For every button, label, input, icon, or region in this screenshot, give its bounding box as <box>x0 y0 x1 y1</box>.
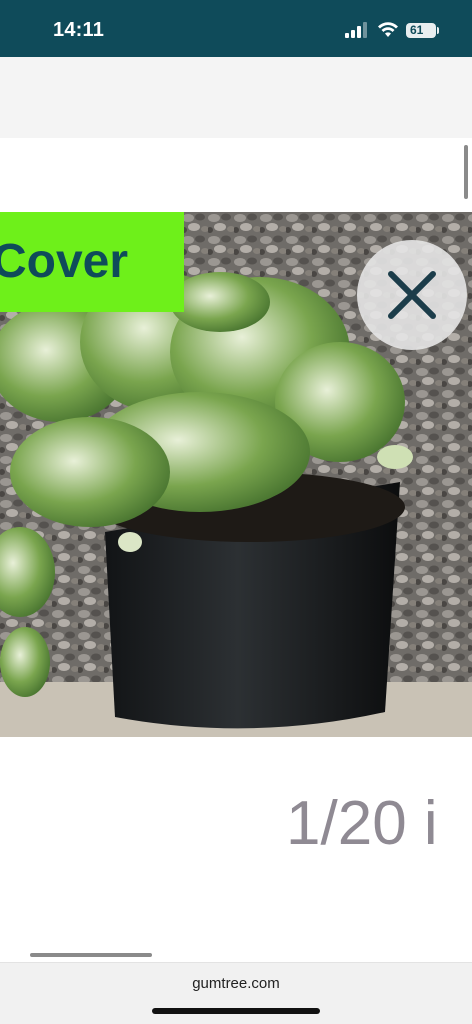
signal-icon <box>345 22 367 38</box>
horizontal-scroll-indicator <box>30 953 152 957</box>
close-icon <box>388 271 436 319</box>
battery-tip <box>437 27 439 34</box>
vertical-scroll-indicator <box>464 145 468 199</box>
home-indicator <box>152 1008 320 1014</box>
header-band <box>0 57 472 138</box>
close-button[interactable] <box>357 240 467 350</box>
battery-level: 61 <box>410 23 424 37</box>
cover-badge-label: Cover <box>0 235 129 288</box>
cover-badge: Cover <box>0 212 184 312</box>
browser-address-bar[interactable] <box>0 962 472 1024</box>
status-time: 14:11 <box>53 19 105 41</box>
status-bar: 14:11 61 <box>0 0 472 57</box>
battery-icon: 61 <box>406 23 436 38</box>
wifi-icon <box>378 22 398 37</box>
image-counter: 1/20 i <box>286 789 438 858</box>
browser-domain[interactable]: gumtree.com <box>0 975 472 992</box>
